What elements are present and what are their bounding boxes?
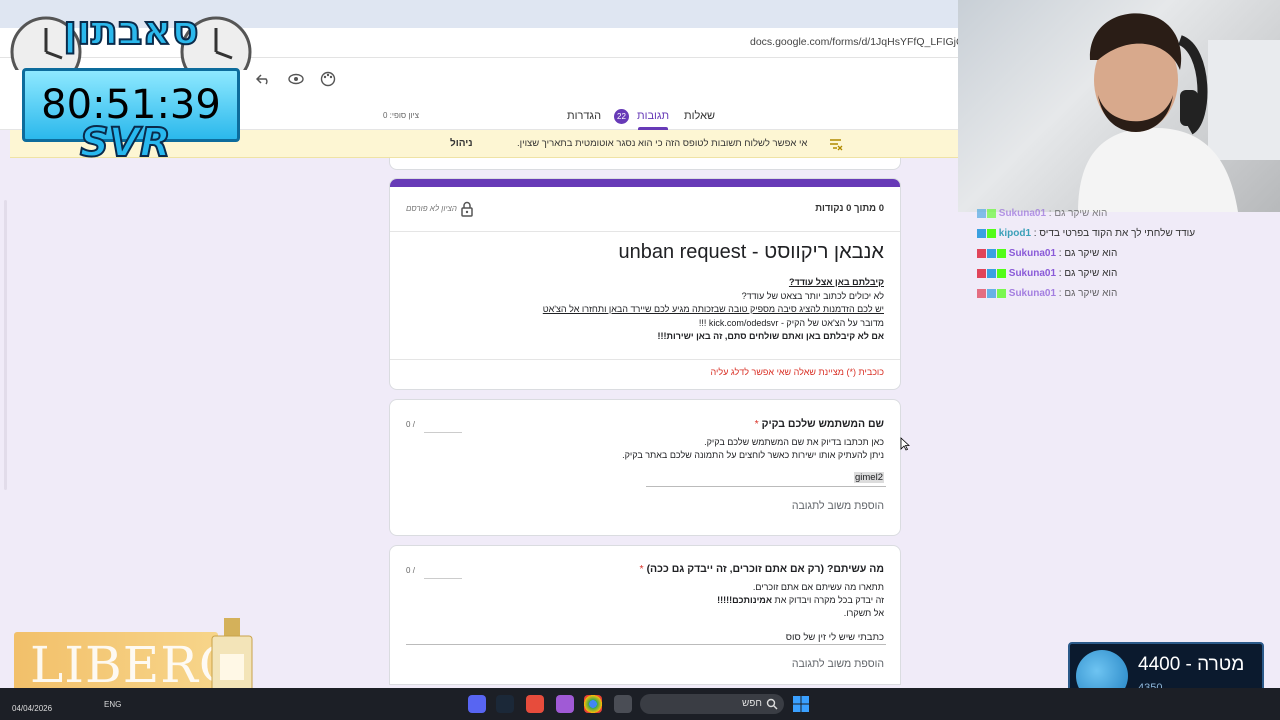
question-card-what-did: מה עשיתם? (רק אם אתם זוכרים, זה ייבדק גם…	[389, 545, 901, 685]
chat-badges	[976, 288, 1006, 299]
score-separator: /	[412, 420, 415, 429]
task-view-icon[interactable]	[614, 695, 632, 713]
tab-settings[interactable]: הגדרות	[567, 110, 601, 122]
chat-text: הוא שיקר גם	[1064, 248, 1118, 260]
taskbar-search-label[interactable]: חפש	[742, 698, 762, 709]
lock-icon	[461, 201, 473, 217]
scrollbar[interactable]	[4, 200, 7, 490]
tab-responses[interactable]: תגובות	[637, 110, 669, 122]
score-unpublished-label: הציון לא פורסם	[406, 204, 457, 213]
form-title: אנבאן ריקווסט - unban request	[618, 241, 884, 263]
taskbar-date: 04/04/2026	[12, 704, 53, 713]
form-description-line: יש לכם הזדמנות להציג סיבה מספיק טובה שבז…	[542, 304, 884, 314]
obs-icon[interactable]	[556, 695, 574, 713]
form-description-line: קיבלתם באן אצל עודד?	[788, 277, 884, 287]
chat-username: kipod1	[998, 228, 1032, 240]
score-value[interactable]: 0	[406, 566, 410, 575]
question-score: 0 /	[406, 420, 415, 429]
chat-text: עודד שלחתי לך את הקוד בפרטי בדיס	[1039, 228, 1196, 240]
windows-start-icon[interactable]	[792, 695, 810, 713]
description-text: זה יבדק בכל מקרה ויבדוק את	[772, 595, 885, 605]
required-note: כוכבית (*) מציינת שאלה שאי אפשר לדלג עלי…	[710, 367, 884, 377]
required-star: *	[639, 563, 644, 575]
chat-message: הוא שיקר גם : Sukuna01	[976, 288, 1117, 299]
chat-badges	[976, 208, 996, 219]
points-summary: 0 מתוך 0 נקודות	[815, 203, 884, 214]
taskbar-search[interactable]	[640, 694, 784, 714]
add-feedback-button[interactable]: הוספת משוב לתגובה	[792, 500, 884, 512]
question-description: תתארו מה עשיתם אם אתם זוכרים.	[752, 582, 884, 592]
chat-text: הוא שיקר גם	[1064, 268, 1118, 280]
chat-badges	[976, 228, 996, 239]
chat-username: Sukuna01	[998, 208, 1047, 220]
palette-icon[interactable]	[320, 71, 336, 87]
chat-badges	[976, 248, 1006, 259]
question-description: ניתן להעתיק אותו ישירות כאשר לוחצים על ה…	[622, 450, 884, 460]
previous-card-edge	[389, 158, 901, 170]
score-input-line[interactable]	[424, 578, 462, 579]
steam-icon[interactable]	[496, 695, 514, 713]
chat-text: הוא שיקר גם	[1054, 208, 1108, 220]
manage-button[interactable]: ניהול	[450, 138, 473, 149]
chat-message: הוא שיקר גם : Sukuna01	[976, 208, 1107, 219]
question-card-username: שם המשתמש שלכם בקיק * 0 / כאן תכתבו בדיו…	[389, 399, 901, 536]
divider	[390, 359, 900, 360]
question-title-text: שם המשתמש שלכם בקיק	[761, 418, 884, 430]
chat-badges	[976, 268, 1006, 279]
chat-username: Sukuna01	[1008, 248, 1057, 260]
chat-message: הוא שיקר גם : Sukuna01	[976, 268, 1117, 279]
tab-questions[interactable]: שאלות	[684, 110, 715, 122]
description-bold: אמינותכם!!!!!	[717, 595, 772, 605]
points-text: 0 מתוך 0 נקודות	[815, 203, 884, 214]
question-title: מה עשיתם? (רק אם אתם זוכרים, זה ייבדק גם…	[640, 563, 884, 575]
score-input-line[interactable]	[424, 432, 462, 433]
search-icon[interactable]	[766, 698, 778, 710]
score-value[interactable]: 0	[406, 420, 410, 429]
streamer-silhouette	[1078, 13, 1280, 212]
form-description-line: אם לא קיבלתם באן ואתם שולחים סתם, זה באן…	[657, 331, 884, 341]
answer-text: כתבתי שיש לי זין של סוס	[785, 632, 884, 643]
preview-eye-icon[interactable]	[288, 72, 304, 86]
question-description: אל תשקרו.	[843, 608, 884, 618]
mouse-cursor-icon	[900, 437, 910, 451]
form-description-line: לא יכולים לכתוב יותר בצאט של עודד?	[741, 291, 884, 301]
question-title-text: מה עשיתם? (רק אם אתם זוכרים, זה ייבדק גם…	[646, 563, 884, 575]
answer-underline	[406, 644, 886, 645]
accent-strip	[390, 179, 900, 187]
divider	[390, 231, 900, 232]
goal-label: מטרה - 4400	[1138, 654, 1245, 675]
discord-icon[interactable]	[468, 695, 486, 713]
undo-icon[interactable]	[256, 72, 272, 86]
brand-logo: SVR	[79, 119, 172, 167]
chat-text: הוא שיקר גם	[1064, 288, 1118, 300]
answer-underline	[646, 486, 886, 487]
form-header-card: 0 מתוך 0 נקודות הציון לא פורסם אנבאן ריק…	[389, 178, 901, 390]
chat-username: Sukuna01	[1008, 268, 1057, 280]
chat-username: Sukuna01	[1008, 288, 1057, 300]
chat-message: הוא שיקר גם : Sukuna01	[976, 248, 1117, 259]
subathon-clock-logo: סאבתון	[10, 7, 252, 70]
total-score: ציון סופי: 0	[383, 111, 419, 120]
question-description: זה יבדק בכל מקרה ויבדוק את אמינותכם!!!!!	[717, 595, 884, 605]
app-icon[interactable]	[526, 695, 544, 713]
banner-message: אי אפשר לשלוח תשובות לטופס הזה כי הוא נס…	[517, 138, 808, 149]
question-score: 0 /	[406, 566, 415, 575]
answer-text: gimel2	[854, 472, 884, 483]
subathon-logo-text: סאבתון	[63, 8, 199, 54]
responses-count-badge: 22	[614, 109, 629, 124]
form-closed-icon	[830, 139, 843, 151]
taskbar-language[interactable]: ENG	[104, 700, 121, 709]
chrome-icon[interactable]	[584, 695, 602, 713]
form-description-line: מדובר על הצ'אט של הקיק - kick.com/odedsv…	[698, 318, 884, 328]
question-description: כאן תכתבו בדיוק את שם המשתמש שלכם בקיק.	[704, 437, 884, 447]
chat-message: עודד שלחתי לך את הקוד בפרטי בדיס : kipod…	[976, 228, 1195, 239]
score-separator: /	[412, 566, 415, 575]
webcam-feed	[958, 0, 1280, 212]
required-star: *	[754, 418, 759, 430]
add-feedback-button[interactable]: הוספת משוב לתגובה	[792, 658, 884, 670]
question-title: שם המשתמש שלכם בקיק *	[755, 418, 884, 430]
